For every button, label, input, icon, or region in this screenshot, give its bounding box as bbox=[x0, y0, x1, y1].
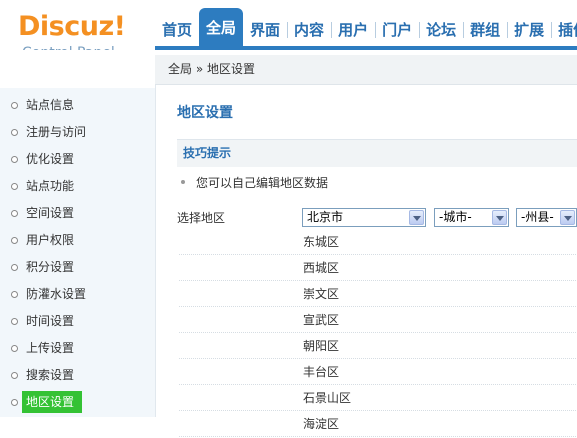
nav-tab-forum[interactable]: 论坛 bbox=[419, 10, 463, 46]
sidebar-item-optimization[interactable]: 优化设置 bbox=[0, 146, 155, 173]
bullet-icon bbox=[11, 399, 18, 406]
city-select[interactable]: -城市- bbox=[434, 208, 509, 227]
breadcrumb-bar: 全局 » 地区设置 bbox=[155, 55, 577, 85]
sidebar-item-region[interactable]: 地区设置 bbox=[0, 389, 155, 416]
bullet-icon bbox=[181, 180, 185, 184]
bullet-icon bbox=[11, 291, 18, 298]
list-item[interactable]: 宣武区 bbox=[179, 308, 577, 333]
sidebar-item-label: 上传设置 bbox=[26, 341, 75, 355]
page-title: 地区设置 bbox=[177, 105, 233, 121]
sidebar-item-space[interactable]: 空间设置 bbox=[0, 200, 155, 227]
county-select-value: -州县- bbox=[521, 210, 554, 224]
nav-tab-content[interactable]: 内容 bbox=[287, 10, 331, 46]
bullet-icon bbox=[11, 183, 18, 190]
nav-tab-groups[interactable]: 群组 bbox=[463, 10, 507, 46]
sidebar-item-label: 注册与访问 bbox=[26, 125, 87, 139]
nav-tab-global[interactable]: 全局 bbox=[199, 8, 244, 48]
sidebar-top-band bbox=[0, 50, 155, 88]
breadcrumb[interactable]: 全局 » 地区设置 bbox=[168, 55, 255, 84]
list-item[interactable]: 西城区 bbox=[179, 256, 577, 281]
sidebar-item-label: 站点功能 bbox=[26, 179, 75, 193]
list-item[interactable]: 海淀区 bbox=[179, 412, 577, 437]
sidebar-item-label: 地区设置 bbox=[22, 391, 83, 413]
nav-tab-users[interactable]: 用户 bbox=[331, 10, 375, 46]
bullet-icon bbox=[11, 102, 18, 109]
sidebar-item-search[interactable]: 搜索设置 bbox=[0, 362, 155, 389]
sidebar-item-credits[interactable]: 积分设置 bbox=[0, 254, 155, 281]
tip-item: 您可以自己编辑地区数据 bbox=[181, 174, 328, 192]
sidebar-item-permissions[interactable]: 用户权限 bbox=[0, 227, 155, 254]
sidebar-item-label: 搜索设置 bbox=[26, 368, 75, 382]
chevron-down-icon[interactable] bbox=[560, 210, 575, 225]
bullet-icon bbox=[11, 264, 18, 271]
province-select-value: 北京市 bbox=[307, 210, 344, 224]
province-select[interactable]: 北京市 bbox=[302, 208, 426, 227]
list-item[interactable]: 东城区 bbox=[179, 230, 577, 255]
logo-text: Discuz! bbox=[18, 11, 126, 42]
sidebar-item-label: 防灌水设置 bbox=[26, 287, 87, 301]
sidebar-item-site-info[interactable]: 站点信息 bbox=[0, 92, 155, 119]
bullet-icon bbox=[11, 129, 18, 136]
sidebar-item-label: 积分设置 bbox=[26, 260, 75, 274]
sidebar-item-time[interactable]: 时间设置 bbox=[0, 308, 155, 335]
bullet-icon bbox=[11, 372, 18, 379]
sidebar-item-label: 优化设置 bbox=[26, 152, 75, 166]
county-select[interactable]: -州县- bbox=[516, 208, 577, 227]
main-content: 地区设置 技巧提示 您可以自己编辑地区数据 选择地区 北京市 -城市- -州县-… bbox=[155, 85, 577, 437]
bullet-icon bbox=[11, 318, 18, 325]
bullet-icon bbox=[11, 156, 18, 163]
sidebar: 站点信息 注册与访问 优化设置 站点功能 空间设置 用户权限 积分设置 防灌水设… bbox=[0, 50, 155, 417]
list-item[interactable]: 丰台区 bbox=[179, 360, 577, 385]
list-item[interactable]: 石景山区 bbox=[179, 386, 577, 411]
sidebar-item-registration[interactable]: 注册与访问 bbox=[0, 119, 155, 146]
sidebar-item-label: 站点信息 bbox=[26, 98, 75, 112]
nav-tab-home[interactable]: 首页 bbox=[155, 10, 199, 46]
bullet-icon bbox=[11, 210, 18, 217]
nav-underline bbox=[155, 46, 577, 50]
bullet-icon bbox=[11, 345, 18, 352]
sidebar-item-site-features[interactable]: 站点功能 bbox=[0, 173, 155, 200]
list-item[interactable]: 崇文区 bbox=[179, 282, 577, 307]
tip-text: 您可以自己编辑地区数据 bbox=[196, 176, 329, 190]
nav-tab-interface[interactable]: 界面 bbox=[243, 10, 287, 46]
sidebar-item-label: 用户权限 bbox=[26, 233, 75, 247]
sidebar-item-upload[interactable]: 上传设置 bbox=[0, 335, 155, 362]
sidebar-item-anti-flood[interactable]: 防灌水设置 bbox=[0, 281, 155, 308]
sidebar-item-label: 空间设置 bbox=[26, 206, 75, 220]
list-item[interactable]: 朝阳区 bbox=[179, 334, 577, 359]
tips-header: 技巧提示 bbox=[177, 139, 577, 167]
nav-tab-extensions[interactable]: 扩展 bbox=[507, 10, 551, 46]
region-label: 选择地区 bbox=[177, 211, 226, 225]
header: Discuz! Control Panel 首页 全局 界面 内容 用户 门户 … bbox=[0, 0, 577, 61]
sidebar-menu: 站点信息 注册与访问 优化设置 站点功能 空间设置 用户权限 积分设置 防灌水设… bbox=[0, 92, 155, 416]
chevron-down-icon[interactable] bbox=[492, 210, 507, 225]
district-list: 东城区 西城区 崇文区 宣武区 朝阳区 丰台区 石景山区 海淀区 bbox=[179, 230, 577, 438]
nav-tab-portal[interactable]: 门户 bbox=[375, 10, 419, 46]
sidebar-item-label: 时间设置 bbox=[26, 314, 75, 328]
top-nav: 首页 全局 界面 内容 用户 门户 论坛 群组 扩展 插件 bbox=[155, 8, 577, 48]
nav-tab-plugins[interactable]: 插件 bbox=[551, 10, 577, 46]
bullet-icon bbox=[11, 237, 18, 244]
tips-title: 技巧提示 bbox=[183, 146, 232, 160]
city-select-value: -城市- bbox=[439, 210, 472, 224]
chevron-down-icon[interactable] bbox=[409, 210, 424, 225]
